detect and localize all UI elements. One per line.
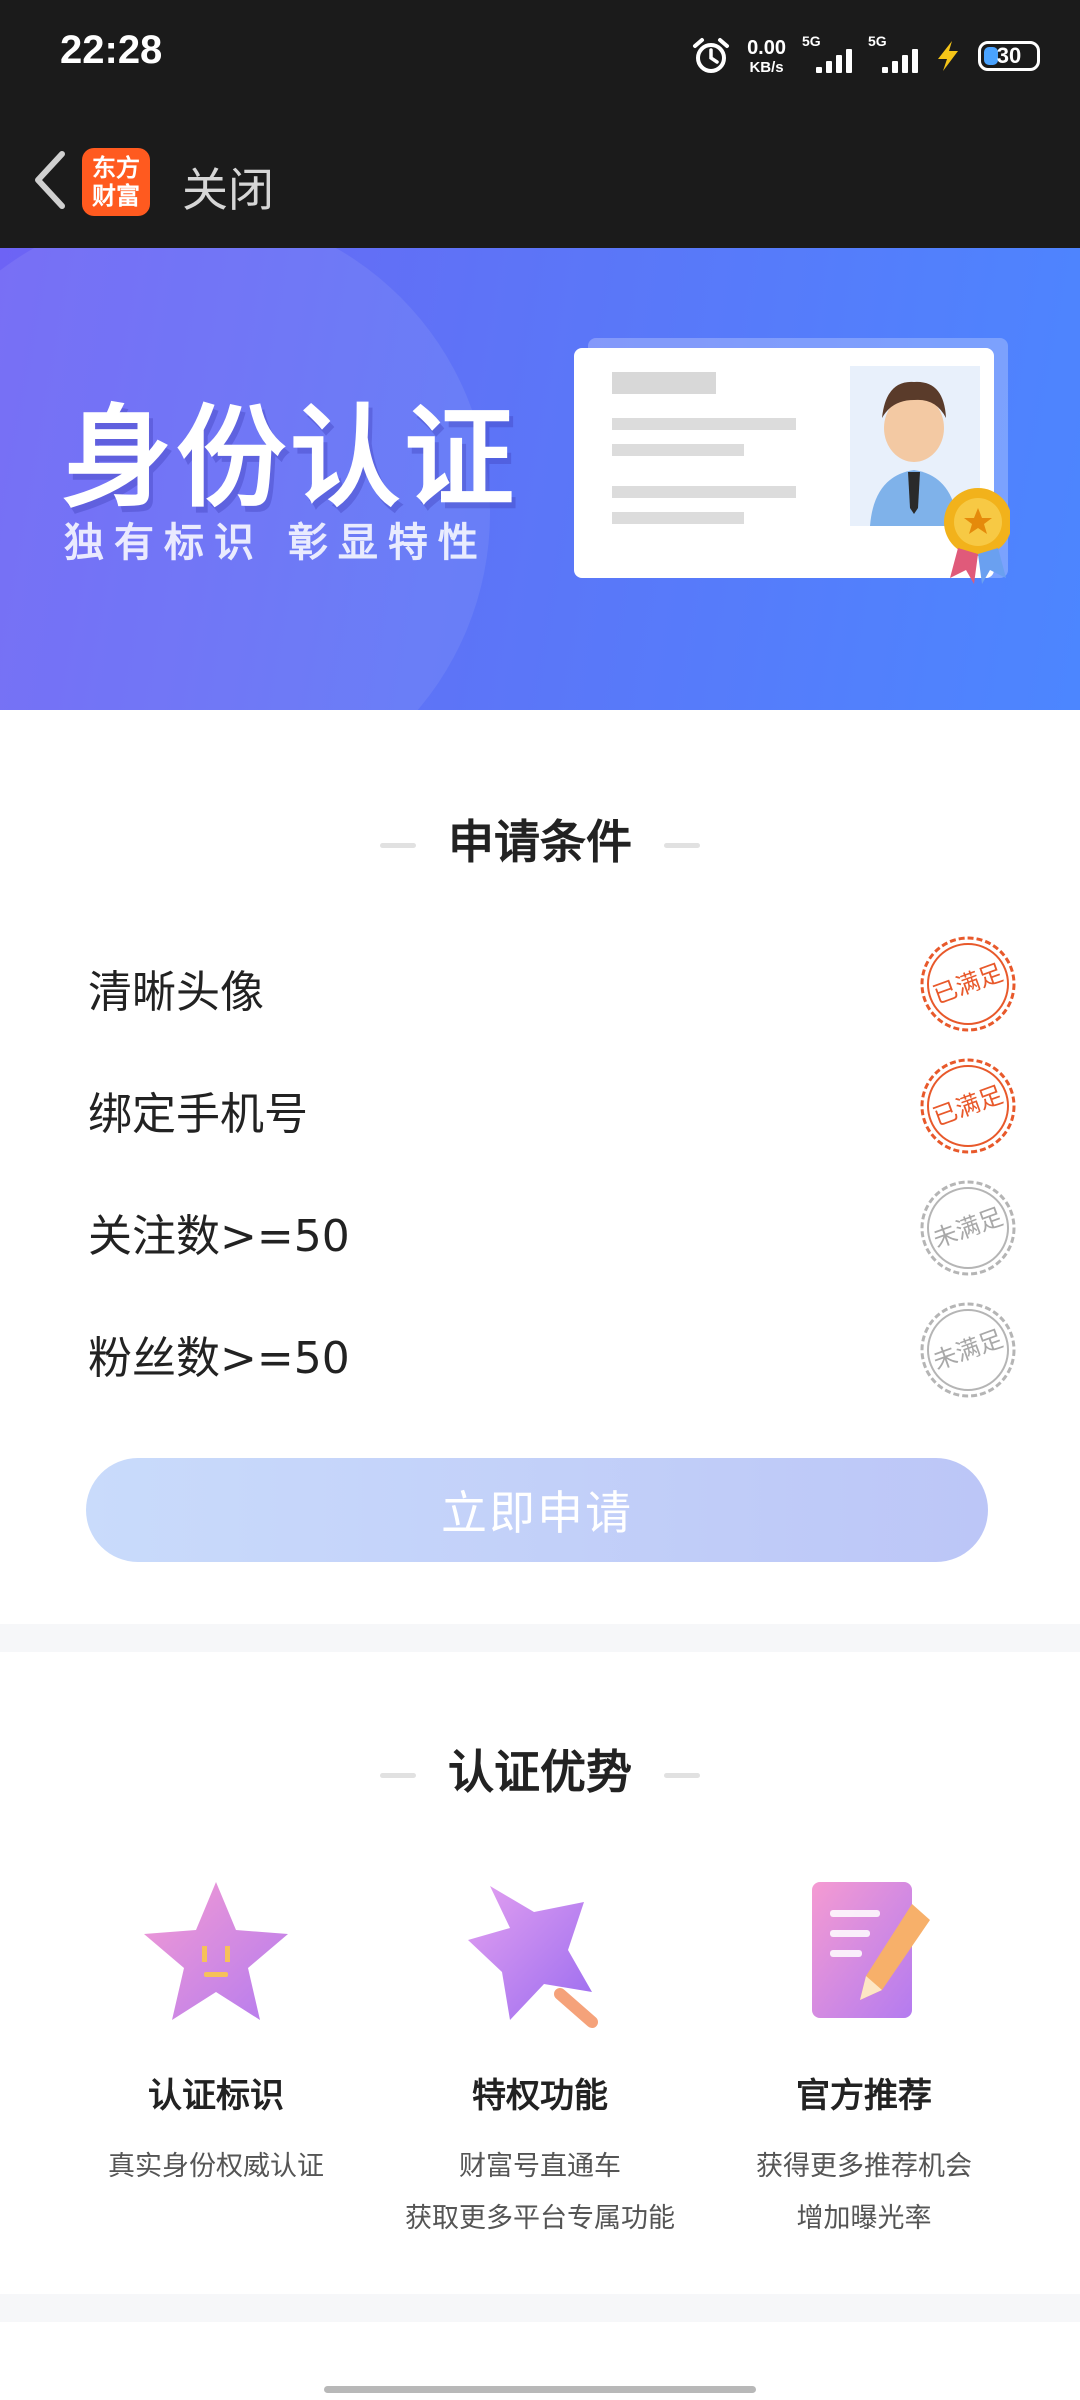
signal-icon-sim2: 5G — [868, 33, 918, 73]
document-pencil-icon — [812, 1882, 930, 2018]
network-speed-value: 0.00 — [747, 36, 786, 59]
stamp-text: 已满足 — [929, 1081, 1006, 1132]
met-stamp-icon: 已满足 — [920, 1058, 1016, 1154]
conditions-title-text: 申请条件 — [448, 815, 632, 869]
banner-subtitle: 独有标识 彰显特性 — [64, 520, 488, 566]
advantage-item: 认证标识 真实身份权威认证 — [36, 1872, 396, 2193]
advantages-section-title: 认证优势 — [0, 1736, 1080, 1802]
clock: 22:28 — [60, 28, 163, 72]
hero-banner: 身份认证 独有标识 彰显特性 — [0, 248, 1080, 710]
app-header: 东方 财富 关闭 — [0, 112, 1080, 248]
met-stamp-icon: 已满足 — [920, 936, 1016, 1032]
status-icons: 0.00 KB/s 5G 5G 30 — [691, 33, 1040, 78]
home-indicator[interactable] — [324, 2386, 756, 2393]
status-bar: 22:28 0.00 KB/s 5G 5G 30 — [0, 0, 1080, 112]
advantage-desc: 获得更多推荐机会 增加曝光率 — [684, 2141, 1044, 2245]
advantage-desc: 财富号直通车 获取更多平台专属功能 — [360, 2141, 720, 2245]
section-divider — [0, 1624, 1080, 1652]
sim2-label: 5G — [868, 33, 887, 49]
signal-icon-sim1: 5G — [802, 33, 852, 73]
condition-row: 清晰头像 已满足 — [88, 934, 1018, 1034]
chevron-left-icon — [35, 151, 65, 209]
advantage-desc-line1: 获得更多推荐机会 — [756, 2151, 972, 2182]
battery-icon: 30 — [978, 41, 1040, 71]
advantage-title: 特权功能 — [472, 2076, 608, 2116]
conditions-section-title: 申请条件 — [0, 806, 1080, 872]
apply-button[interactable]: 立即申请 — [86, 1458, 988, 1562]
battery-level: 30 — [996, 43, 1022, 68]
charging-icon — [938, 41, 958, 71]
condition-row: 关注数>=50 未满足 — [88, 1178, 1018, 1278]
alarm-icon — [693, 38, 730, 73]
advantage-desc-line2: 增加曝光率 — [796, 2203, 932, 2234]
stamp-text: 已满足 — [929, 959, 1006, 1010]
condition-row: 粉丝数>=50 未满足 — [88, 1300, 1018, 1400]
star-badge-icon — [144, 1882, 288, 2020]
section-divider — [0, 2294, 1080, 2322]
unmet-stamp-icon: 未满足 — [920, 1180, 1016, 1276]
back-button[interactable] — [20, 144, 80, 216]
banner-title: 身份认证 — [62, 394, 518, 522]
advantages-title-text: 认证优势 — [448, 1745, 632, 1799]
condition-row: 绑定手机号 已满足 — [88, 1056, 1018, 1156]
advantage-desc-line1: 财富号直通车 — [459, 2151, 621, 2182]
close-button[interactable]: 关闭 — [182, 154, 274, 220]
stamp-text: 未满足 — [929, 1325, 1006, 1376]
id-card-illustration — [574, 338, 1010, 584]
sim1-label: 5G — [802, 33, 821, 49]
condition-label: 关注数>=50 — [88, 1211, 350, 1262]
stamp-text: 未满足 — [929, 1203, 1006, 1254]
advantage-item: 官方推荐 获得更多推荐机会 增加曝光率 — [684, 1872, 1044, 2245]
advantage-desc-line2: 获取更多平台专属功能 — [405, 2203, 675, 2234]
magic-wand-star-icon — [468, 1886, 598, 2028]
advantage-title: 官方推荐 — [796, 2076, 932, 2116]
app-logo: 东方 财富 — [82, 148, 150, 216]
network-speed: 0.00 KB/s — [747, 38, 786, 75]
condition-label: 绑定手机号 — [88, 1089, 308, 1140]
advantage-title: 认证标识 — [148, 2076, 284, 2116]
advantage-item: 特权功能 财富号直通车 获取更多平台专属功能 — [360, 1872, 720, 2245]
advantage-desc: 真实身份权威认证 — [36, 2141, 396, 2193]
condition-label: 粉丝数>=50 — [88, 1333, 350, 1384]
unmet-stamp-icon: 未满足 — [920, 1302, 1016, 1398]
advantage-desc-line1: 真实身份权威认证 — [108, 2151, 324, 2182]
logo-text-line2: 财富 — [92, 182, 140, 210]
logo-text-line1: 东方 — [92, 154, 140, 182]
condition-label: 清晰头像 — [88, 967, 264, 1018]
network-speed-unit: KB/s — [749, 58, 784, 76]
